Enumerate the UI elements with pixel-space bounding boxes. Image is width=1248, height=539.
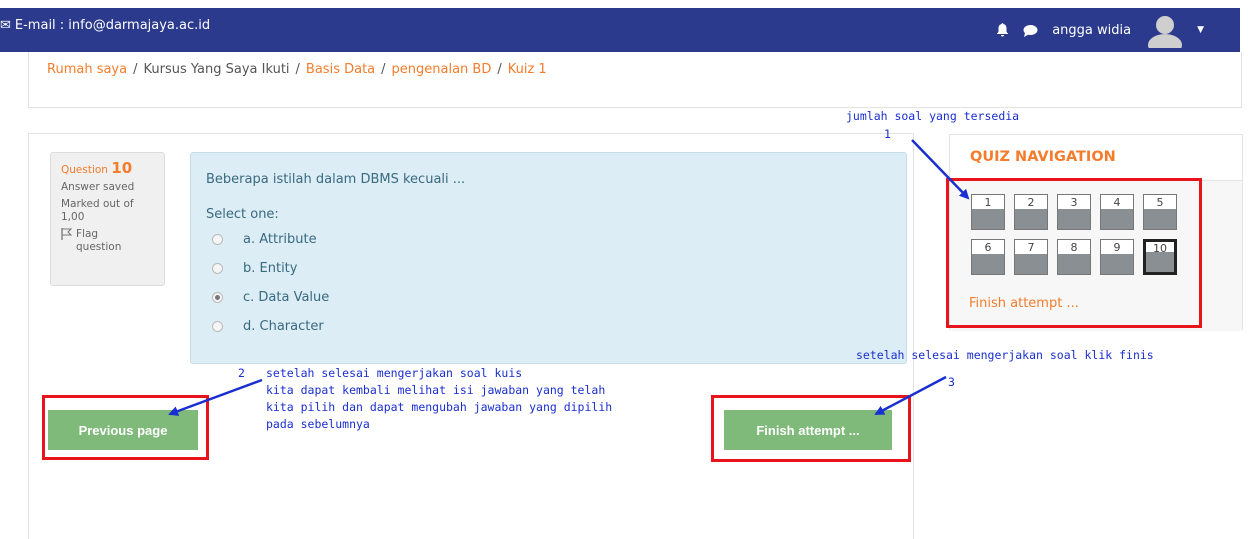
breadcrumb: Rumah saya / Kursus Yang Saya Ikuti / Basis … [47, 62, 547, 77]
breadcrumb-separator: / [381, 62, 386, 77]
flag-question-label: Flag question [76, 228, 122, 253]
option-label: c. Data Value [243, 290, 330, 305]
flag-icon [61, 228, 73, 244]
annotation-2-number: 2 [238, 366, 245, 380]
quiz-navigation-title: QUIZ NAVIGATION [950, 135, 1242, 181]
annotation-3-number: 3 [948, 375, 955, 389]
breadcrumb-item-section[interactable]: pengenalan BD [392, 62, 492, 77]
answer-option[interactable]: a. Attribute [206, 225, 891, 254]
radio-button[interactable] [212, 263, 223, 274]
question-number: 10 [111, 159, 133, 177]
annotation-2-line1: setelah selesai mengerjakan soal kuis [266, 366, 523, 380]
marked-out-of: Marked out of 1,00 [61, 198, 134, 223]
highlight-quiz-navigation [946, 178, 1202, 328]
annotation-2-line2: kita dapat kembali melihat isi jawaban y… [266, 383, 606, 397]
annotation-2-line3: kita pilih dan dapat mengubah jawaban ya… [266, 400, 613, 414]
chat-icon[interactable] [1023, 24, 1038, 37]
option-label: b. Entity [243, 261, 298, 276]
annotation-1-number: 1 [884, 127, 891, 141]
radio-button[interactable] [212, 234, 223, 245]
highlight-previous-button [42, 395, 209, 460]
option-label: d. Character [243, 319, 324, 334]
breadcrumb-separator: / [295, 62, 300, 77]
breadcrumb-item-home[interactable]: Rumah saya [47, 62, 127, 77]
top-navbar: ✉ E-mail : info@darmajaya.ac.id angga wi… [0, 8, 1240, 56]
user-menu-area: angga widia ▼ [996, 12, 1204, 56]
breadcrumb-card: Rumah saya / Kursus Yang Saya Ikuti / Basis … [28, 52, 1242, 108]
breadcrumb-separator: / [133, 62, 138, 77]
contact-email: ✉ E-mail : info@darmajaya.ac.id [0, 18, 210, 33]
bell-icon[interactable] [996, 23, 1009, 37]
avatar[interactable] [1145, 12, 1185, 56]
breadcrumb-separator: / [497, 62, 502, 77]
select-prompt: Select one: [206, 207, 279, 222]
question-box: Beberapa istilah dalam DBMS kecuali ... … [190, 152, 907, 364]
user-name[interactable]: angga widia [1052, 23, 1131, 38]
breadcrumb-item-course[interactable]: Basis Data [306, 62, 375, 77]
radio-button-selected[interactable] [212, 292, 223, 303]
caret-down-icon[interactable]: ▼ [1197, 25, 1204, 35]
radio-button[interactable] [212, 321, 223, 332]
flag-question-link[interactable]: Flag question [61, 228, 154, 254]
annotation-1-text: jumlah soal yang tersedia [846, 109, 1020, 123]
annotation-3-text: setelah selesai mengerjakan soal klik fi… [856, 348, 1154, 362]
contact-email-text: E-mail : info@darmajaya.ac.id [14, 18, 211, 33]
question-info-panel: Question 10 Answer saved Marked out of 1… [50, 152, 165, 286]
breadcrumb-item-quiz[interactable]: Kuiz 1 [508, 62, 547, 77]
answer-status: Answer saved [61, 181, 135, 193]
mail-icon: ✉ [0, 18, 11, 33]
answer-option[interactable]: c. Data Value [206, 283, 891, 312]
option-label: a. Attribute [243, 232, 317, 247]
question-label: Question [61, 164, 108, 176]
highlight-finish-button [711, 395, 911, 462]
answer-option[interactable]: b. Entity [206, 254, 891, 283]
breadcrumb-item-courses: Kursus Yang Saya Ikuti [143, 62, 290, 77]
question-text: Beberapa istilah dalam DBMS kecuali ... [206, 172, 466, 187]
annotation-2-line4: pada sebelumnya [266, 417, 370, 431]
answer-option[interactable]: d. Character [206, 312, 891, 341]
